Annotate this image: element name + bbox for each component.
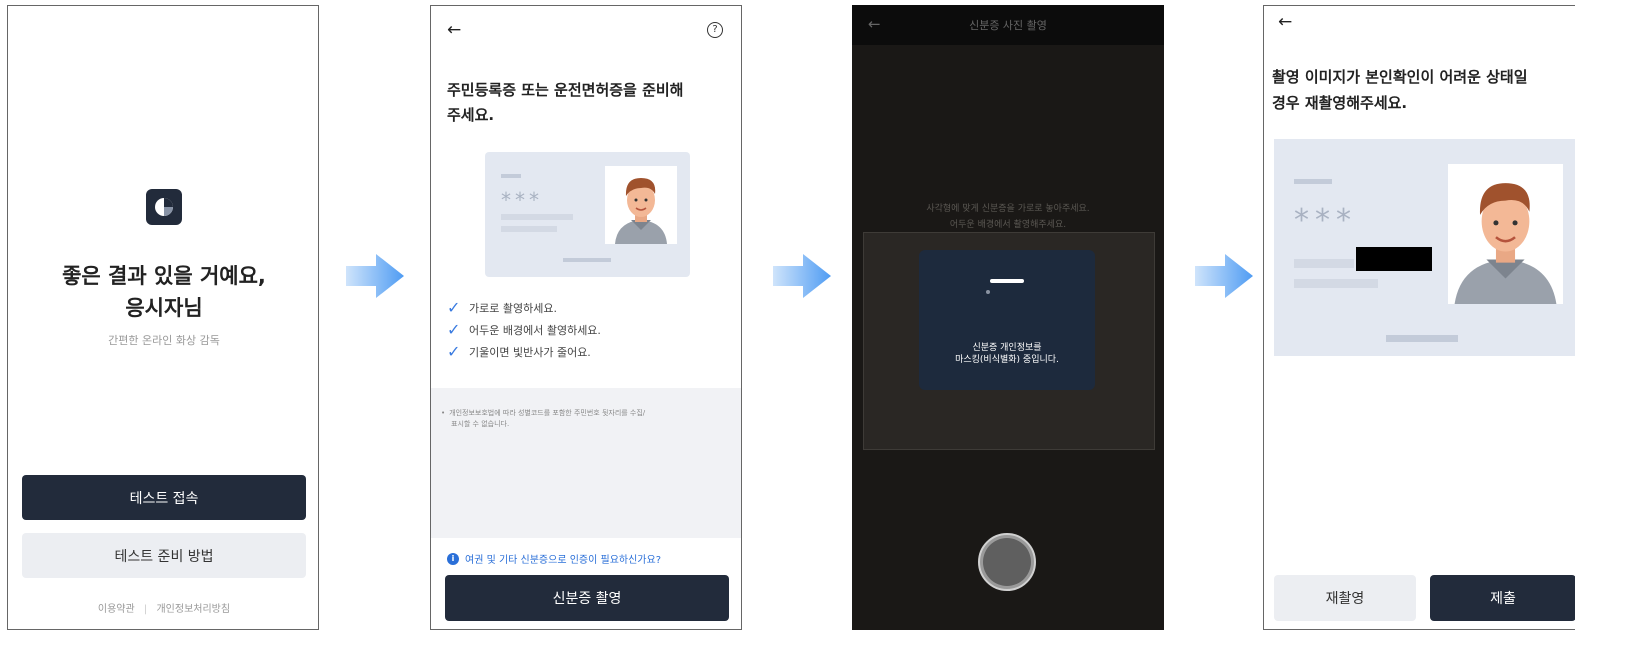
review-title: 촬영 이미지가 본인확인이 어려운 상태일 경우 재촬영해주세요. <box>1272 64 1528 116</box>
camera-title: 신분증 사진 촬영 <box>969 19 1047 32</box>
captured-id-image: *** <box>1274 139 1575 356</box>
check-item: ✓ 가로로 촬영하세요. <box>447 298 557 317</box>
footer-links: 이용약관 | 개인정보처리방침 <box>8 600 318 615</box>
card-line <box>1294 259 1354 268</box>
info-icon: i <box>447 552 459 565</box>
masking-text: 신분증 개인정보를 마스킹(비식별화) 중입니다. <box>919 342 1095 366</box>
check-icon: ✓ <box>447 320 461 339</box>
card-mask-text: *** <box>501 188 543 212</box>
loading-bar <box>990 279 1024 283</box>
person-portrait-icon <box>615 178 667 244</box>
review-title-line1: 촬영 이미지가 본인확인이 어려운 상태일 <box>1272 68 1528 86</box>
camera-guide-text: 사각형에 맞게 신분증을 가로로 놓아주세요. 어두운 배경에서 촬영해주세요. <box>852 201 1164 233</box>
welcome-subtitle: 간편한 온라인 화상 감독 <box>108 334 220 347</box>
shutter-inner <box>983 538 1031 586</box>
prepare-title-line1: 주민등록증 또는 운전면허증을 준비해 <box>447 81 684 99</box>
back-arrow-icon[interactable]: ← <box>1278 12 1292 32</box>
card-line <box>1294 279 1378 288</box>
masking-line1: 신분증 개인정보를 <box>972 343 1042 353</box>
retake-button[interactable]: 재촬영 <box>1274 575 1416 621</box>
loading-dot <box>986 290 990 294</box>
notice-line2: 표시할 수 없습니다. <box>451 420 510 428</box>
screen-camera: ← 신분증 사진 촬영 사각형에 맞게 신분증을 가로로 놓아주세요. 어두운 … <box>852 5 1164 630</box>
masking-overlay: 신분증 개인정보를 마스킹(비식별화) 중입니다. <box>919 250 1095 390</box>
id-card-illustration: *** <box>485 152 690 277</box>
check-item: ✓ 기울이면 빛반사가 줄어요. <box>447 342 591 361</box>
welcome-headline-line1: 좋은 결과 있을 거예요, <box>62 264 266 288</box>
help-icon[interactable]: ? <box>707 22 723 38</box>
screen-id-prepare: ← ? 주민등록증 또는 운전면허증을 준비해 주세요. *** ✓ 가로로 촬… <box>430 5 742 630</box>
check-item-label: 기울이면 빛반사가 줄어요. <box>469 345 591 359</box>
other-id-help-label: 여권 및 기타 신분증으로 인증이 필요하신가요? <box>465 555 662 566</box>
check-icon: ✓ <box>447 298 461 317</box>
flow-arrow-icon <box>346 254 404 298</box>
app-logo-icon <box>146 189 182 225</box>
footer-divider: | <box>143 604 148 615</box>
welcome-headline-line2: 응시자님 <box>125 296 203 320</box>
person-portrait-icon <box>1454 183 1557 304</box>
card-line <box>1386 335 1458 342</box>
notice-bullet: • <box>441 409 446 417</box>
terms-link[interactable]: 이용약관 <box>98 604 135 615</box>
check-item: ✓ 어두운 배경에서 촬영하세요. <box>447 320 601 339</box>
help-icon-glyph: ? <box>712 24 718 35</box>
shutter-button[interactable] <box>978 533 1036 591</box>
test-prep-button[interactable]: 테스트 준비 방법 <box>22 533 306 578</box>
prepare-title: 주민등록증 또는 운전면허증을 준비해 주세요. <box>447 78 683 128</box>
prepare-title-line2: 주세요. <box>447 106 495 124</box>
check-item-label: 가로로 촬영하세요. <box>469 301 557 315</box>
info-icon-glyph: i <box>451 553 455 563</box>
card-line <box>501 226 557 232</box>
redaction-block <box>1356 247 1432 271</box>
camera-guide-line1: 사각형에 맞게 신분증을 가로로 놓아주세요. <box>926 204 1090 214</box>
privacy-link[interactable]: 개인정보처리방침 <box>156 604 230 615</box>
submit-button[interactable]: 제출 <box>1430 575 1575 621</box>
flow-arrow-icon <box>1195 254 1253 298</box>
card-photo <box>1448 164 1563 304</box>
card-photo <box>605 166 677 244</box>
card-line <box>563 258 611 262</box>
other-id-help-link[interactable]: i 여권 및 기타 신분증으로 인증이 필요하신가요? <box>447 551 661 566</box>
masking-line2: 마스킹(비식별화) 중입니다. <box>955 355 1059 365</box>
camera-header: ← 신분증 사진 촬영 <box>852 5 1164 45</box>
check-icon: ✓ <box>447 342 461 361</box>
capture-id-button[interactable]: 신분증 촬영 <box>445 575 729 621</box>
notice-section: • 개인정보보호법에 따라 성별코드를 포함한 주민번호 뒷자리를 수집/ 표시할… <box>431 388 741 538</box>
back-arrow-icon[interactable]: ← <box>447 20 461 40</box>
card-line <box>1294 179 1332 184</box>
card-line <box>501 174 521 178</box>
card-line <box>501 214 573 220</box>
card-mask-text: *** <box>1294 203 1357 238</box>
flow-arrow-icon <box>773 254 831 298</box>
test-access-button[interactable]: 테스트 접속 <box>22 475 306 520</box>
notice-line1: 개인정보보호법에 따라 성별코드를 포함한 주민번호 뒷자리를 수집/ <box>449 409 646 417</box>
screen-welcome: 좋은 결과 있을 거예요, 응시자님 간편한 온라인 화상 감독 테스트 접속 … <box>7 5 319 630</box>
camera-guide-line2: 어두운 배경에서 촬영해주세요. <box>949 220 1067 230</box>
screen-review: ← 촬영 이미지가 본인확인이 어려운 상태일 경우 재촬영해주세요. *** … <box>1263 5 1575 630</box>
notice-text: • 개인정보보호법에 따라 성별코드를 포함한 주민번호 뒷자리를 수집/ 표시할… <box>441 408 731 430</box>
check-item-label: 어두운 배경에서 촬영하세요. <box>469 323 601 337</box>
review-title-line2: 경우 재촬영해주세요. <box>1272 94 1408 112</box>
welcome-headline: 좋은 결과 있을 거예요, 응시자님 <box>8 260 318 324</box>
